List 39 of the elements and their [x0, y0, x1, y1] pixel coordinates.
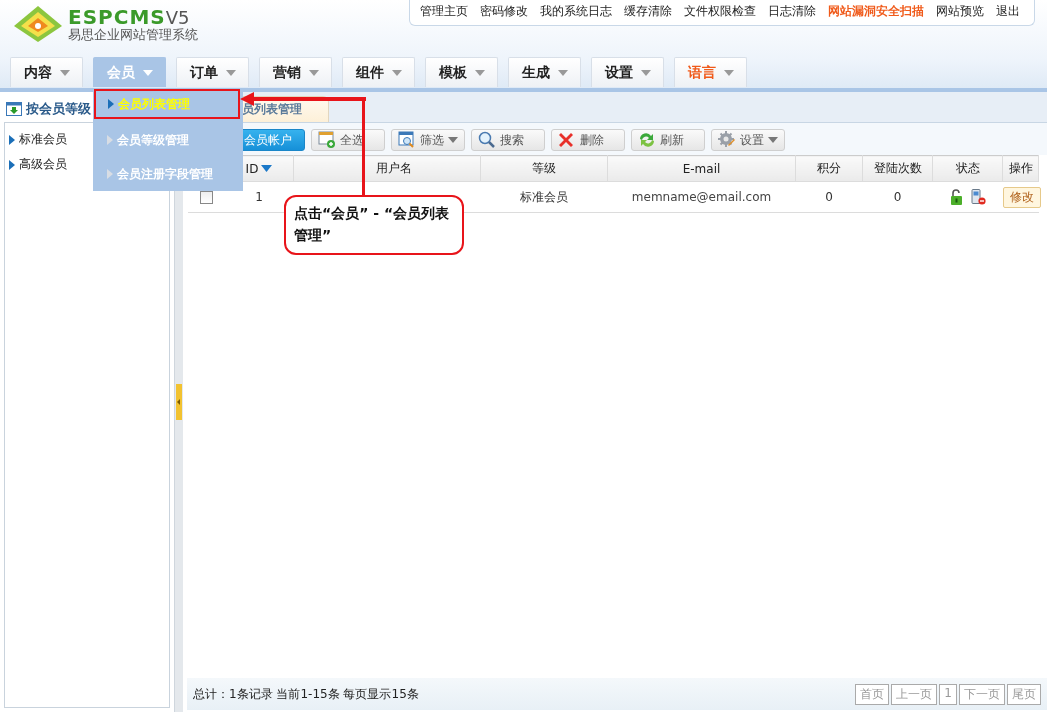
column-header: E-mail [607, 155, 796, 182]
nav-tab[interactable]: 内容 [10, 57, 83, 87]
table-cell: 0 [795, 181, 863, 213]
toolbar-button[interactable]: 筛选 [391, 129, 465, 151]
nav-tab[interactable]: 生成 [508, 57, 581, 87]
toolbar-button[interactable]: 设置 [711, 129, 785, 151]
record-summary: 总计：1条记录 当前1-15条 每页显示15条 [193, 685, 419, 703]
top-link[interactable]: 退出 [990, 4, 1026, 19]
nav-tab[interactable]: 设置 [591, 57, 664, 87]
top-link[interactable]: 管理主页 [414, 4, 474, 19]
nav-tab[interactable]: 营销 [259, 57, 332, 87]
top-link[interactable]: 缓存清除 [618, 4, 678, 19]
column-header: 操作 [1002, 155, 1039, 182]
column-header: 用户名 [293, 155, 481, 182]
brand-name: ESPCMS [68, 4, 166, 29]
nav-tab[interactable]: 订单 [176, 57, 249, 87]
callout-note: 点击“会员” - “会员列表管理” [284, 195, 464, 255]
column-header: 登陆次数 [862, 155, 933, 182]
edit-button[interactable]: 修改 [1002, 186, 1041, 208]
top-link[interactable]: 我的系统日志 [534, 4, 618, 19]
top-link[interactable]: 密码修改 [474, 4, 534, 19]
table-cell: 标准会员 [480, 181, 608, 213]
sidebar-title: 按会员等级 [26, 100, 91, 118]
column-header: 等级 [480, 155, 608, 182]
top-link[interactable]: 网站预览 [930, 4, 990, 19]
toolbar-button[interactable]: 搜索 [471, 129, 545, 151]
version-label: V5 [165, 6, 190, 28]
nav-tab[interactable]: 模板 [425, 57, 498, 87]
top-link[interactable]: 日志清除 [762, 4, 822, 19]
column-header: 状态 [932, 155, 1003, 182]
top-link[interactable]: 文件权限检查 [678, 4, 762, 19]
table-cell: 0 [862, 181, 933, 213]
toolbar-button[interactable]: 删除 [551, 129, 625, 151]
nav-tab[interactable]: 组件 [342, 57, 415, 87]
table-cell: memname@email.com [607, 181, 796, 213]
product-subtitle: 易思企业网站管理系统 [68, 26, 198, 44]
toolbar-button[interactable]: 刷新 [631, 129, 705, 151]
column-header: 积分 [795, 155, 863, 182]
column-header[interactable]: ID [245, 161, 259, 176]
